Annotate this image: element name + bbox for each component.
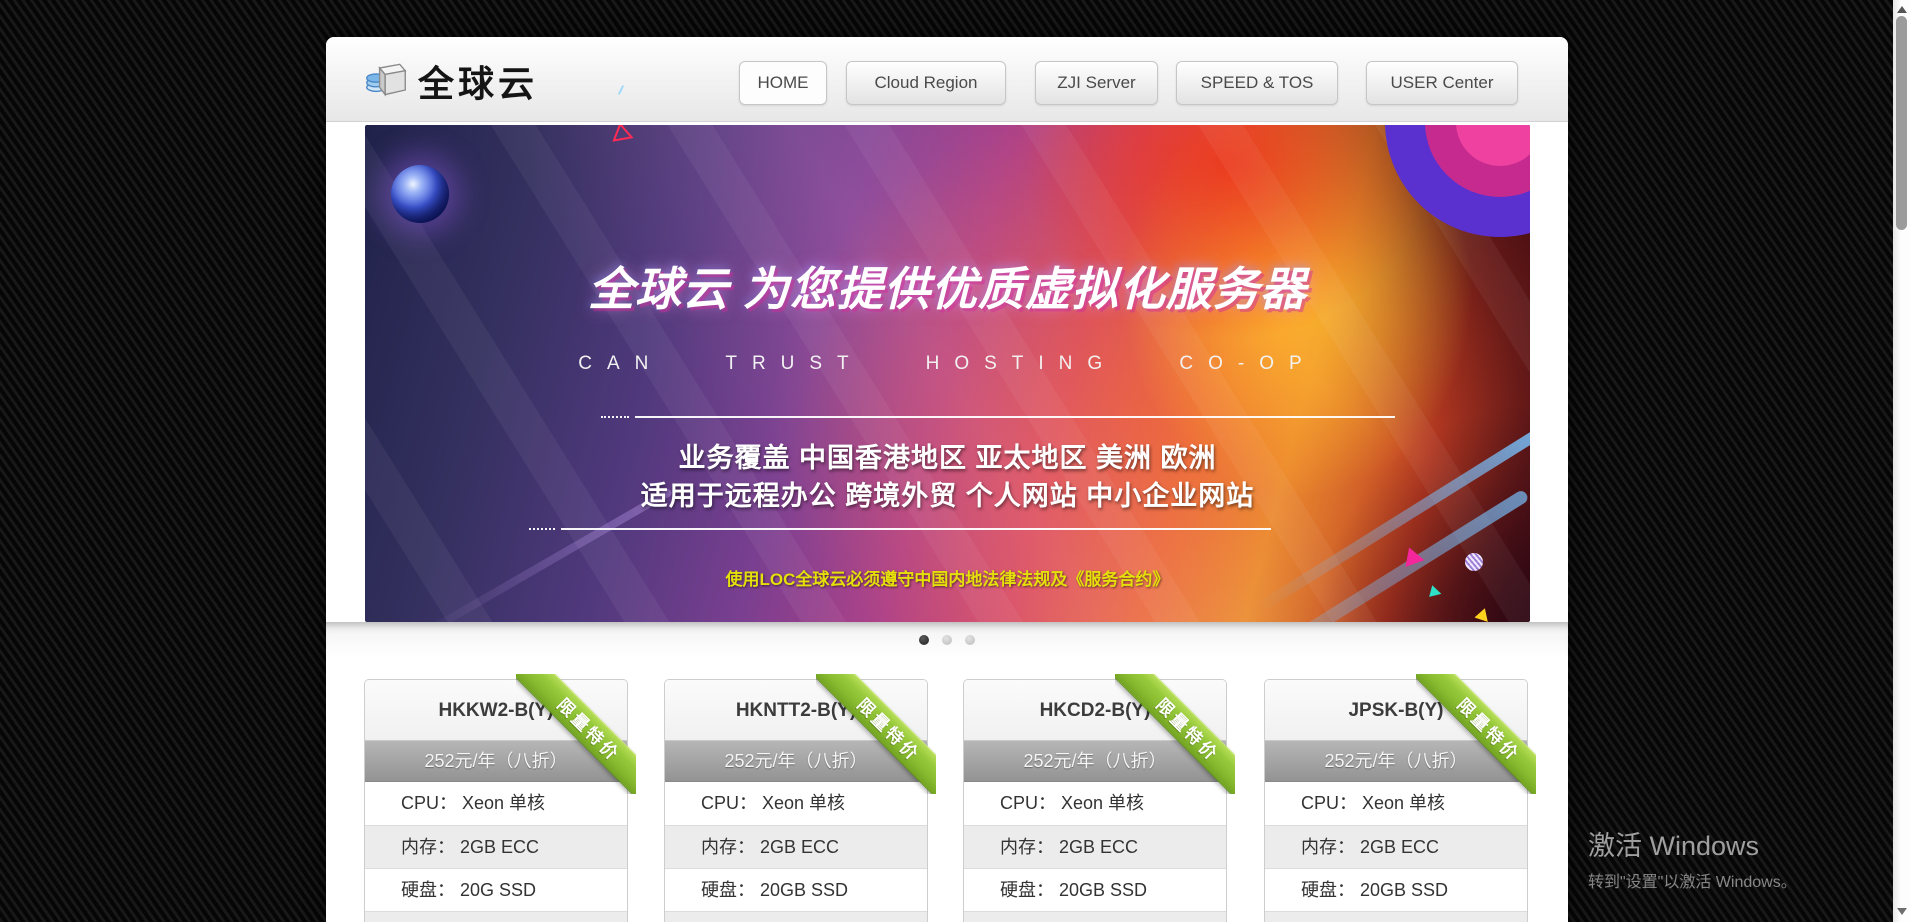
- spec-row-partial: [665, 911, 927, 922]
- spec-value: Xeon 单核: [1362, 793, 1445, 813]
- spec-value: Xeon 单核: [462, 793, 545, 813]
- spec-label: 内存：: [1301, 837, 1355, 857]
- spec-label: 内存：: [401, 837, 455, 857]
- decor-blue-tick: [618, 85, 624, 95]
- spec-label: CPU：: [1301, 793, 1357, 813]
- cloud-cube-logo-icon: [364, 57, 408, 106]
- plan-name: HKNTT2-B(Y): [665, 680, 927, 741]
- spec-label: 硬盘：: [1000, 880, 1054, 900]
- browser-scrollbar[interactable]: [1893, 0, 1910, 922]
- spec-row-disk: 硬盘：20GB SSD: [1265, 868, 1527, 911]
- nav-button-home[interactable]: HOME: [739, 61, 827, 105]
- spec-label: CPU：: [401, 793, 457, 813]
- spec-row-disk: 硬盘：20GB SSD: [964, 868, 1226, 911]
- website-page: 全球云 HOME Cloud Region ZJI Server SPEED &…: [326, 37, 1568, 922]
- watermark-title: 激活 Windows: [1588, 824, 1797, 863]
- plan-price: 252元/年（八折）: [964, 741, 1226, 782]
- divider-dash: [529, 528, 555, 530]
- banner-disclaimer: 使用LOC全球云必须遵守中国内地法律法规及《服务合约》: [365, 565, 1530, 590]
- carousel-dot-3[interactable]: [965, 635, 975, 645]
- plan-name: HKKW2-B(Y): [365, 680, 627, 741]
- spec-label: 内存：: [701, 837, 755, 857]
- spec-value: 2GB ECC: [1059, 837, 1138, 857]
- plan-name: HKCD2-B(Y): [964, 680, 1226, 741]
- site-logo[interactable]: 全球云: [364, 55, 538, 107]
- plan-card[interactable]: 限量特价 HKCD2-B(Y) 252元/年（八折） CPU：Xeon 单核 内…: [963, 679, 1227, 922]
- brand-name: 全球云: [418, 55, 538, 107]
- plan-card[interactable]: 限量特价 HKKW2-B(Y) 252元/年（八折） CPU：Xeon 单核 内…: [364, 679, 628, 922]
- spec-value: 2GB ECC: [460, 837, 539, 857]
- scrollbar-thumb[interactable]: [1896, 16, 1907, 230]
- spec-row-cpu: CPU：Xeon 单核: [365, 782, 627, 825]
- plan-price: 252元/年（八折）: [1265, 741, 1527, 782]
- spec-label: 硬盘：: [1301, 880, 1355, 900]
- carousel-dot-2[interactable]: [942, 635, 952, 645]
- spec-row-disk: 硬盘：20GB SSD: [665, 868, 927, 911]
- plan-name: JPSK-B(Y): [1265, 680, 1527, 741]
- nav-button-speed-tos[interactable]: SPEED & TOS: [1176, 61, 1338, 105]
- blue-sphere-decoration: [391, 165, 449, 223]
- spec-row-cpu: CPU：Xeon 单核: [964, 782, 1226, 825]
- spec-row-partial: [365, 911, 627, 922]
- spec-row-partial: [964, 911, 1226, 922]
- plan-price: 252元/年（八折）: [665, 741, 927, 782]
- yellow-triangle-decoration: [1474, 606, 1491, 622]
- windows-activation-watermark: 激活 Windows 转到"设置"以激活 Windows。: [1588, 824, 1797, 892]
- spec-row-cpu: CPU：Xeon 单核: [1265, 782, 1527, 825]
- plan-card[interactable]: 限量特价 JPSK-B(Y) 252元/年（八折） CPU：Xeon 单核 内存…: [1264, 679, 1528, 922]
- spec-value: 20GB SSD: [1360, 880, 1448, 900]
- nav-button-zji-server[interactable]: ZJI Server: [1035, 61, 1158, 105]
- carousel-dot-1[interactable]: [919, 635, 929, 645]
- spec-label: 内存：: [1000, 837, 1054, 857]
- spec-row-partial: [1265, 911, 1527, 922]
- banner-headline: 全球云 为您提供优质虚拟化服务器: [365, 253, 1530, 319]
- spec-row-cpu: CPU：Xeon 单核: [665, 782, 927, 825]
- spec-value: 20G SSD: [460, 880, 536, 900]
- carousel-strip: [326, 622, 1568, 657]
- plan-card[interactable]: 限量特价 HKNTT2-B(Y) 252元/年（八折） CPU：Xeon 单核 …: [664, 679, 928, 922]
- spec-label: 硬盘：: [401, 880, 455, 900]
- spec-label: 硬盘：: [701, 880, 755, 900]
- banner-usecases: 适用于远程办公 跨境外贸 个人网站 中小企业网站: [365, 474, 1530, 513]
- nav-button-user-center[interactable]: USER Center: [1366, 61, 1518, 105]
- spec-row-ram: 内存：2GB ECC: [1265, 825, 1527, 868]
- site-header: 全球云 HOME Cloud Region ZJI Server SPEED &…: [326, 37, 1568, 122]
- divider-line: [561, 528, 1271, 530]
- spec-value: Xeon 单核: [1061, 793, 1144, 813]
- spec-row-ram: 内存：2GB ECC: [964, 825, 1226, 868]
- spec-value: 2GB ECC: [760, 837, 839, 857]
- banner-subline: CAN TRUST HOSTING CO-OP: [365, 353, 1530, 375]
- spec-label: CPU：: [1000, 793, 1056, 813]
- watermark-subtitle: 转到"设置"以激活 Windows。: [1588, 868, 1797, 892]
- spec-value: 20GB SSD: [760, 880, 848, 900]
- hero-banner[interactable]: 全球云 为您提供优质虚拟化服务器 CAN TRUST HOSTING CO-OP…: [365, 125, 1530, 622]
- red-triangle-decoration: [609, 125, 635, 149]
- spec-row-ram: 内存：2GB ECC: [665, 825, 927, 868]
- spec-value: 2GB ECC: [1360, 837, 1439, 857]
- scrollbar-up-arrow-icon[interactable]: [1897, 6, 1907, 13]
- divider-dash: [601, 416, 629, 418]
- divider-line: [635, 416, 1395, 418]
- spec-row-ram: 内存：2GB ECC: [365, 825, 627, 868]
- corner-rings-decoration: [1380, 125, 1530, 255]
- spec-label: CPU：: [701, 793, 757, 813]
- spec-row-disk: 硬盘：20G SSD: [365, 868, 627, 911]
- spec-value: 20GB SSD: [1059, 880, 1147, 900]
- spec-value: Xeon 单核: [762, 793, 845, 813]
- desktop-screen: 全球云 HOME Cloud Region ZJI Server SPEED &…: [0, 0, 1910, 922]
- banner-coverage: 业务覆盖 中国香港地区 亚太地区 美洲 欧洲: [365, 436, 1530, 475]
- scrollbar-down-arrow-icon[interactable]: [1897, 908, 1907, 915]
- nav-button-cloud-region[interactable]: Cloud Region: [846, 61, 1006, 105]
- plan-price: 252元/年（八折）: [365, 741, 627, 782]
